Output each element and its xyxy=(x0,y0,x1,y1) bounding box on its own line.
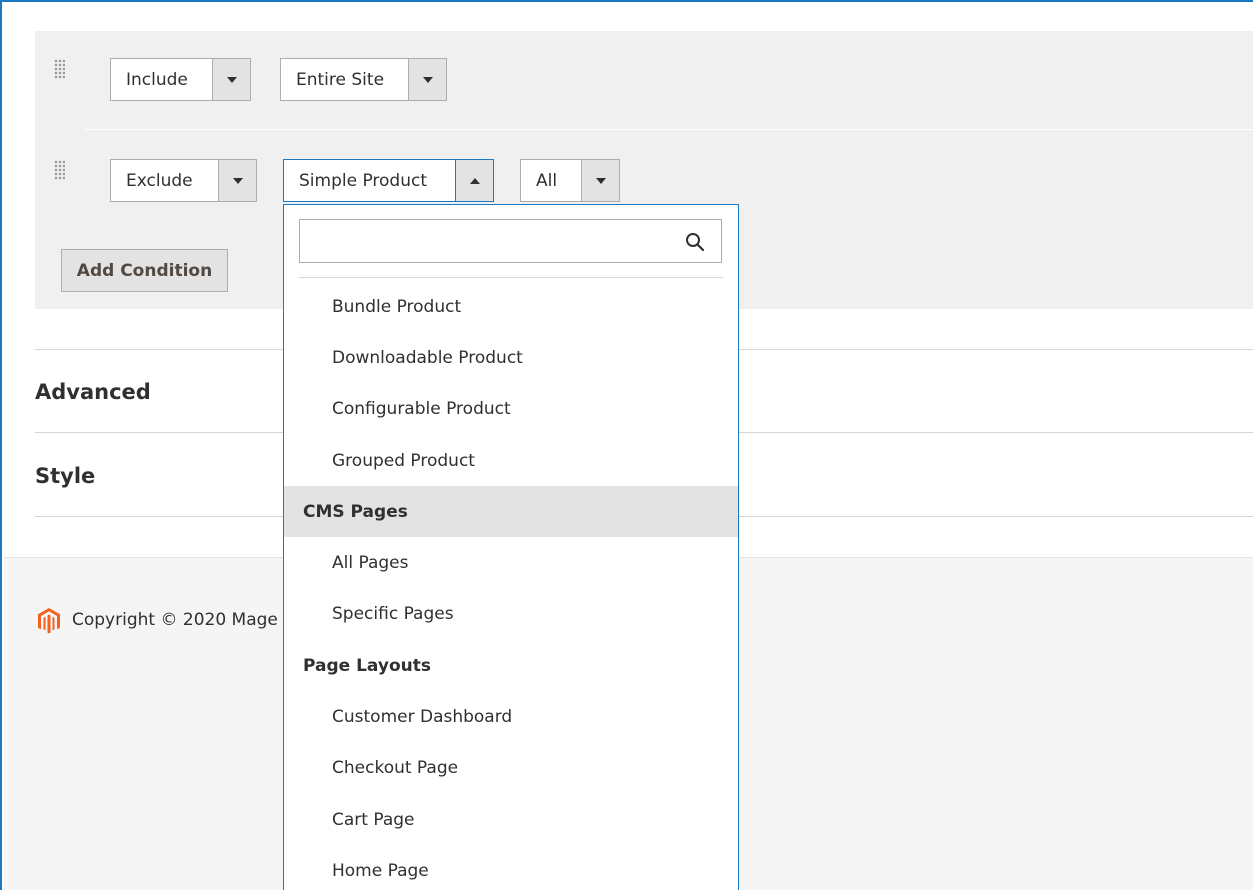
condition-divider xyxy=(85,129,1253,130)
dropdown-option[interactable]: Configurable Product xyxy=(284,384,738,435)
dropdown-option[interactable]: Cart Page xyxy=(284,794,738,845)
select-value: Simple Product xyxy=(299,170,427,191)
condition-2-value-select[interactable]: All xyxy=(520,159,620,202)
dropdown-option[interactable]: Checkout Page xyxy=(284,743,738,794)
drag-handle-icon[interactable] xyxy=(54,59,65,79)
section-advanced[interactable]: Advanced xyxy=(35,380,151,404)
dropdown-option[interactable]: Grouped Product xyxy=(284,435,738,486)
dropdown-search-field[interactable] xyxy=(299,219,722,263)
chevron-up-icon[interactable] xyxy=(455,160,493,201)
dropdown-option[interactable]: Downloadable Product xyxy=(284,332,738,383)
dropdown-option[interactable]: All Pages xyxy=(284,537,738,588)
magento-logo-icon xyxy=(38,608,60,634)
chevron-down-icon[interactable] xyxy=(581,160,619,201)
dropdown-option[interactable]: Home Page xyxy=(284,845,738,890)
select-value: All xyxy=(536,170,558,191)
select-value: Exclude xyxy=(126,170,193,191)
widget-conditions-panel: Include Entire Site Exclude Simple Produ… xyxy=(0,0,1253,890)
dropdown-group-header: CMS Pages xyxy=(284,486,738,538)
condition-1-operator-select[interactable]: Include xyxy=(110,58,251,101)
copyright-text: Copyright © 2020 Mage xyxy=(72,610,278,630)
select-value: Entire Site xyxy=(296,69,385,90)
scope-dropdown-menu: Bundle Product Downloadable Product Config… xyxy=(283,204,739,890)
dropdown-group-header: Page Layouts xyxy=(303,655,431,676)
dropdown-separator xyxy=(299,277,723,278)
dropdown-option[interactable]: Customer Dashboard xyxy=(284,691,738,742)
drag-handle-icon[interactable] xyxy=(54,160,65,180)
chevron-down-icon[interactable] xyxy=(212,59,250,100)
dropdown-option[interactable]: Specific Pages xyxy=(284,589,738,640)
chevron-down-icon[interactable] xyxy=(408,59,446,100)
dropdown-options-list: Bundle Product Downloadable Product Config… xyxy=(284,281,738,890)
add-condition-button[interactable]: Add Condition xyxy=(61,249,228,292)
search-icon[interactable] xyxy=(685,232,705,252)
dropdown-search-input[interactable] xyxy=(300,220,672,262)
condition-2-operator-select[interactable]: Exclude xyxy=(110,159,257,202)
chevron-down-icon[interactable] xyxy=(218,160,256,201)
select-value: Include xyxy=(126,69,188,90)
dropdown-option[interactable]: Bundle Product xyxy=(284,281,738,332)
condition-1-scope-select[interactable]: Entire Site xyxy=(280,58,447,101)
section-style[interactable]: Style xyxy=(35,464,95,488)
condition-2-scope-select[interactable]: Simple Product xyxy=(283,159,494,202)
